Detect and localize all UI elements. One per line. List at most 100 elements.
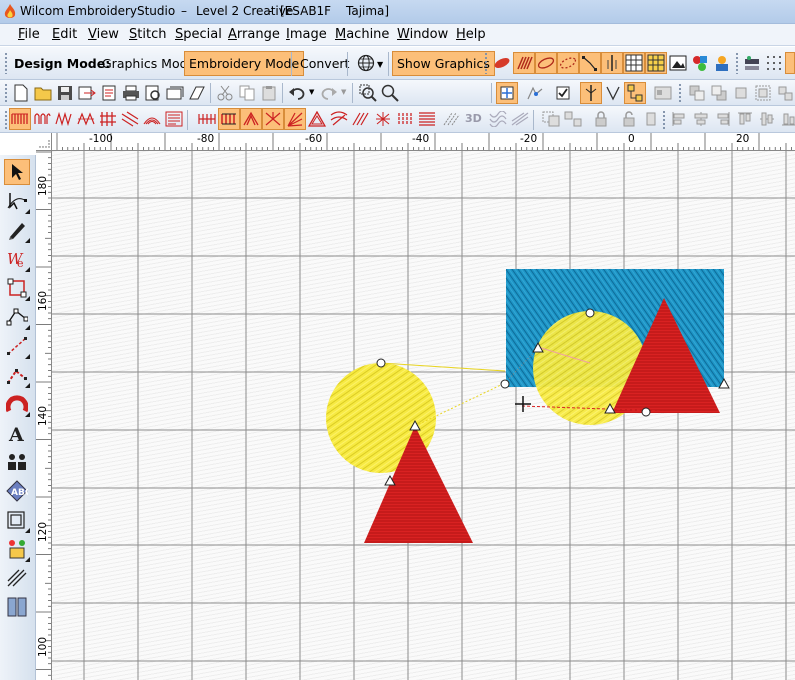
outline-leaf-icon[interactable] xyxy=(535,52,557,74)
contour-icon[interactable] xyxy=(141,108,163,130)
zoom-box-icon[interactable] xyxy=(357,82,379,104)
start-marker[interactable] xyxy=(500,379,510,389)
redo-icon[interactable] xyxy=(318,82,340,104)
align-middle-icon[interactable] xyxy=(756,108,778,130)
align-top-icon[interactable] xyxy=(734,108,756,130)
star-fill-icon[interactable] xyxy=(262,108,284,130)
unlock-icon[interactable] xyxy=(618,108,640,130)
stitch-player-icon[interactable] xyxy=(164,82,186,104)
menu-stitch[interactable]: Stitch xyxy=(126,27,169,42)
menu-view[interactable]: View xyxy=(85,27,122,42)
start-marker[interactable] xyxy=(376,358,386,368)
wireframe-fill-icon[interactable] xyxy=(440,108,462,130)
menu-file[interactable]: File xyxy=(15,27,43,42)
stitch-angles-icon[interactable] xyxy=(4,565,30,591)
step-fill-icon[interactable] xyxy=(394,108,416,130)
people-icon[interactable] xyxy=(711,52,733,74)
menu-window[interactable]: Window xyxy=(394,27,451,42)
reshape-object-icon[interactable] xyxy=(4,188,30,214)
cut-icon[interactable] xyxy=(214,82,236,104)
toolbar-grip[interactable] xyxy=(662,110,666,130)
dotted-grid-icon[interactable] xyxy=(763,52,785,74)
show-hoop-icon[interactable] xyxy=(496,82,518,104)
export-icon[interactable] xyxy=(76,82,98,104)
menu-arrange[interactable]: Arrange xyxy=(225,27,283,42)
color-palette-icon[interactable] xyxy=(4,536,30,562)
wave-effect-icon[interactable] xyxy=(487,108,509,130)
select-object-icon[interactable] xyxy=(4,159,30,185)
raised-satin-icon[interactable] xyxy=(218,108,240,130)
lettering-frame-icon[interactable] xyxy=(4,275,30,301)
needle-points-icon[interactable] xyxy=(580,82,602,104)
align-center-icon[interactable] xyxy=(690,108,712,130)
print-preview-icon[interactable] xyxy=(98,82,120,104)
remove-overlaps-icon[interactable] xyxy=(540,108,562,130)
reshape-nodes-icon[interactable] xyxy=(4,304,30,330)
ruler-corner[interactable] xyxy=(36,133,52,151)
menu-edit[interactable]: Edit xyxy=(49,27,80,42)
start-marker[interactable] xyxy=(585,308,595,318)
monogram-icon[interactable]: ABC xyxy=(4,478,30,504)
paste-icon[interactable] xyxy=(258,82,280,104)
sunburst-icon[interactable] xyxy=(284,108,306,130)
arrange-forward-icon[interactable] xyxy=(708,82,730,104)
teamnames-icon[interactable] xyxy=(4,449,30,475)
redo-dropdown-icon[interactable]: ▼ xyxy=(341,88,346,96)
print-icon[interactable] xyxy=(120,82,142,104)
cross-stitch-icon[interactable] xyxy=(97,108,119,130)
toolbar-grip[interactable] xyxy=(735,52,739,74)
column-stitch-icon[interactable] xyxy=(513,52,535,74)
show-bitmap-icon[interactable] xyxy=(652,82,674,104)
toolbar-grip[interactable] xyxy=(4,110,8,130)
hide-icon[interactable] xyxy=(640,108,662,130)
needle-icon[interactable] xyxy=(601,52,623,74)
chevron-down-icon[interactable]: ▼ xyxy=(377,60,383,69)
save-icon[interactable] xyxy=(54,82,76,104)
leaf-stitch-icon[interactable] xyxy=(491,52,513,74)
left-design-group[interactable] xyxy=(326,363,473,543)
show-stitches-icon[interactable] xyxy=(602,82,624,104)
appliqué-icon[interactable] xyxy=(4,391,30,417)
satin-stitch-icon[interactable] xyxy=(9,108,31,130)
send-to-machine-icon[interactable] xyxy=(186,82,208,104)
arrange-front-icon[interactable] xyxy=(730,82,752,104)
lock-icon[interactable] xyxy=(590,108,612,130)
dashed-outline-icon[interactable] xyxy=(557,52,579,74)
overflow-button[interactable] xyxy=(785,52,795,74)
fractional-fill-icon[interactable] xyxy=(372,108,394,130)
checkbox-icon[interactable] xyxy=(552,82,574,104)
wave-fill-icon[interactable] xyxy=(328,108,350,130)
menu-image[interactable]: Image xyxy=(283,27,330,42)
new-file-icon[interactable] xyxy=(10,82,32,104)
globe-icon[interactable] xyxy=(355,52,377,74)
tatami-stitch-icon[interactable] xyxy=(31,108,53,130)
photo-flash-icon[interactable] xyxy=(163,108,185,130)
pattern-run-icon[interactable] xyxy=(350,108,372,130)
start-marker[interactable] xyxy=(641,407,651,417)
trace-icon[interactable] xyxy=(524,82,546,104)
arrange-back-icon[interactable] xyxy=(686,82,708,104)
offset-outline-icon[interactable] xyxy=(4,507,30,533)
convert-button[interactable]: Convert xyxy=(295,51,354,76)
trapunto-icon[interactable] xyxy=(509,108,531,130)
lines-fill-icon[interactable] xyxy=(416,108,438,130)
show-functions-icon[interactable] xyxy=(624,82,646,104)
stipple-icon[interactable] xyxy=(119,108,141,130)
motif-fill-icon[interactable] xyxy=(75,108,97,130)
color-shapes-icon[interactable] xyxy=(689,52,711,74)
3d-icon[interactable]: 3D xyxy=(465,112,482,125)
design-canvas[interactable] xyxy=(52,151,795,680)
monogramming-icon[interactable]: We xyxy=(4,246,30,272)
toolbar-grip[interactable] xyxy=(4,52,8,74)
fancy-fill-icon[interactable] xyxy=(196,108,218,130)
embroidery-mode-button[interactable]: Embroidery Mode xyxy=(184,51,305,76)
color-grid-icon[interactable] xyxy=(645,52,667,74)
run-stitch-icon[interactable] xyxy=(4,333,30,359)
zoom-icon[interactable] xyxy=(379,82,401,104)
picture-icon[interactable] xyxy=(667,52,689,74)
sewing-machine-icon[interactable] xyxy=(741,52,763,74)
show-graphics-button[interactable]: Show Graphics xyxy=(392,51,495,76)
grid-fill-icon[interactable] xyxy=(623,52,645,74)
digitize-pen-icon[interactable] xyxy=(4,217,30,243)
toolbar-grip[interactable] xyxy=(484,52,488,74)
